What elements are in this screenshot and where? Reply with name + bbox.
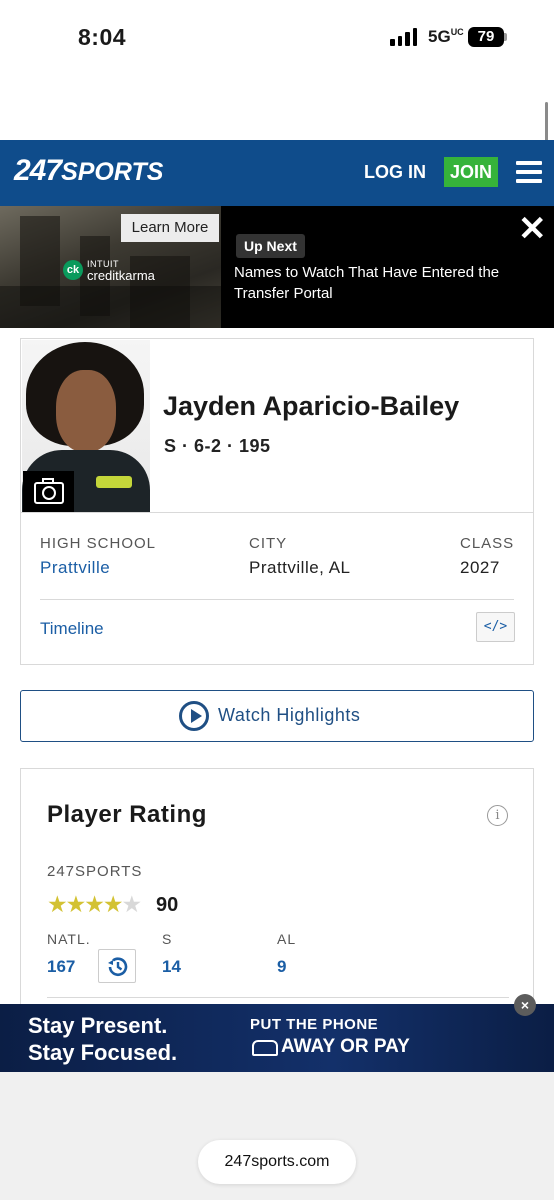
creditkarma-logo: ck INTUIT creditkarma — [63, 258, 155, 282]
divider — [47, 997, 509, 998]
state-rank-value[interactable]: 9 — [277, 957, 286, 977]
class-label: CLASS — [460, 535, 515, 552]
ad-banner[interactable]: Learn More ck INTUIT creditkarma Up Next … — [0, 206, 554, 328]
ad-image[interactable]: Learn More ck INTUIT creditkarma — [0, 206, 221, 328]
battery-icon: 79 — [468, 27, 504, 47]
ad-close-icon[interactable]: × — [514, 994, 536, 1016]
login-link[interactable]: LOG IN — [364, 162, 426, 183]
watch-highlights-button[interactable]: Watch Highlights — [20, 690, 534, 742]
state-rank-label: AL — [277, 931, 297, 947]
rating-score: 90 — [156, 894, 179, 916]
learn-more-button[interactable]: Learn More — [121, 214, 219, 242]
star-icon: ★ — [102, 891, 124, 917]
play-icon — [179, 701, 209, 731]
rank-history-icon[interactable] — [98, 949, 136, 983]
bottom-ad-banner[interactable]: Stay Present. Stay Focused. PUT THE PHON… — [0, 1004, 554, 1072]
player-rating-card: Player Rating i 247SPORTS ★★★★★ 90 NATL.… — [20, 768, 534, 1008]
up-next-tag: Up Next — [236, 234, 305, 258]
city-label: CITY — [249, 535, 288, 552]
url-bar[interactable]: 247sports.com — [198, 1140, 356, 1184]
ad-headline-2: Stay Focused. — [28, 1040, 178, 1065]
close-icon[interactable]: ✕ — [518, 212, 547, 246]
rating-source: 247SPORTS — [47, 863, 143, 880]
join-button[interactable]: JOIN — [444, 157, 498, 187]
player-name: Jayden Aparicio-Bailey — [163, 391, 460, 421]
status-time: 8:04 — [78, 24, 127, 50]
high-school-label: HIGH SCHOOL — [40, 535, 157, 552]
divider — [21, 512, 533, 513]
info-icon[interactable]: i — [487, 805, 508, 826]
star-icon: ★ — [84, 891, 105, 917]
browser-toolbar: 247sports.com — [0, 1072, 554, 1200]
car-icon — [252, 1040, 278, 1056]
class-value: 2027 — [460, 558, 500, 577]
hamburger-menu-icon[interactable] — [516, 161, 542, 183]
camera-icon[interactable] — [23, 471, 74, 512]
star-icon: ★ — [65, 891, 87, 917]
watch-highlights-label: Watch Highlights — [218, 705, 361, 725]
player-photo[interactable] — [22, 340, 150, 512]
star-rating: ★★★★★ — [47, 891, 143, 918]
ad-headline-1: Stay Present. — [28, 1013, 168, 1038]
divider — [40, 599, 514, 600]
position-rank-value[interactable]: 14 — [162, 957, 181, 977]
site-header: 247SPORTS LOG IN JOIN — [0, 140, 554, 206]
status-bar: 8:04 5GUC 79 — [0, 0, 554, 80]
ad-slogan-1: PUT THE PHONE — [250, 1016, 379, 1033]
signal-icon — [390, 28, 417, 46]
up-next-title[interactable]: Names to Watch That Have Entered the Tra… — [234, 262, 504, 304]
timeline-link[interactable]: Timeline — [40, 619, 104, 639]
star-icon: ★ — [121, 891, 143, 917]
high-school-link[interactable]: Prattville — [40, 558, 110, 578]
ad-slogan-2: AWAY OR PAY — [281, 1036, 410, 1057]
player-profile-card: Jayden Aparicio-Bailey S · 6-2 · 195 HIG… — [20, 338, 534, 665]
city-value: Prattville, AL — [249, 558, 351, 577]
site-logo[interactable]: 247SPORTS — [14, 154, 163, 188]
player-position-height-weight: S · 6-2 · 195 — [164, 436, 271, 456]
battery-tip — [504, 33, 507, 41]
player-rating-title: Player Rating — [47, 801, 207, 828]
national-rank-label: NATL. — [47, 931, 91, 947]
embed-code-icon[interactable]: </> — [476, 612, 515, 642]
national-rank-value[interactable]: 167 — [47, 957, 75, 977]
network-indicator: 5GUC — [428, 27, 464, 46]
position-rank-label: S — [162, 931, 173, 947]
star-icon: ★ — [47, 891, 68, 917]
